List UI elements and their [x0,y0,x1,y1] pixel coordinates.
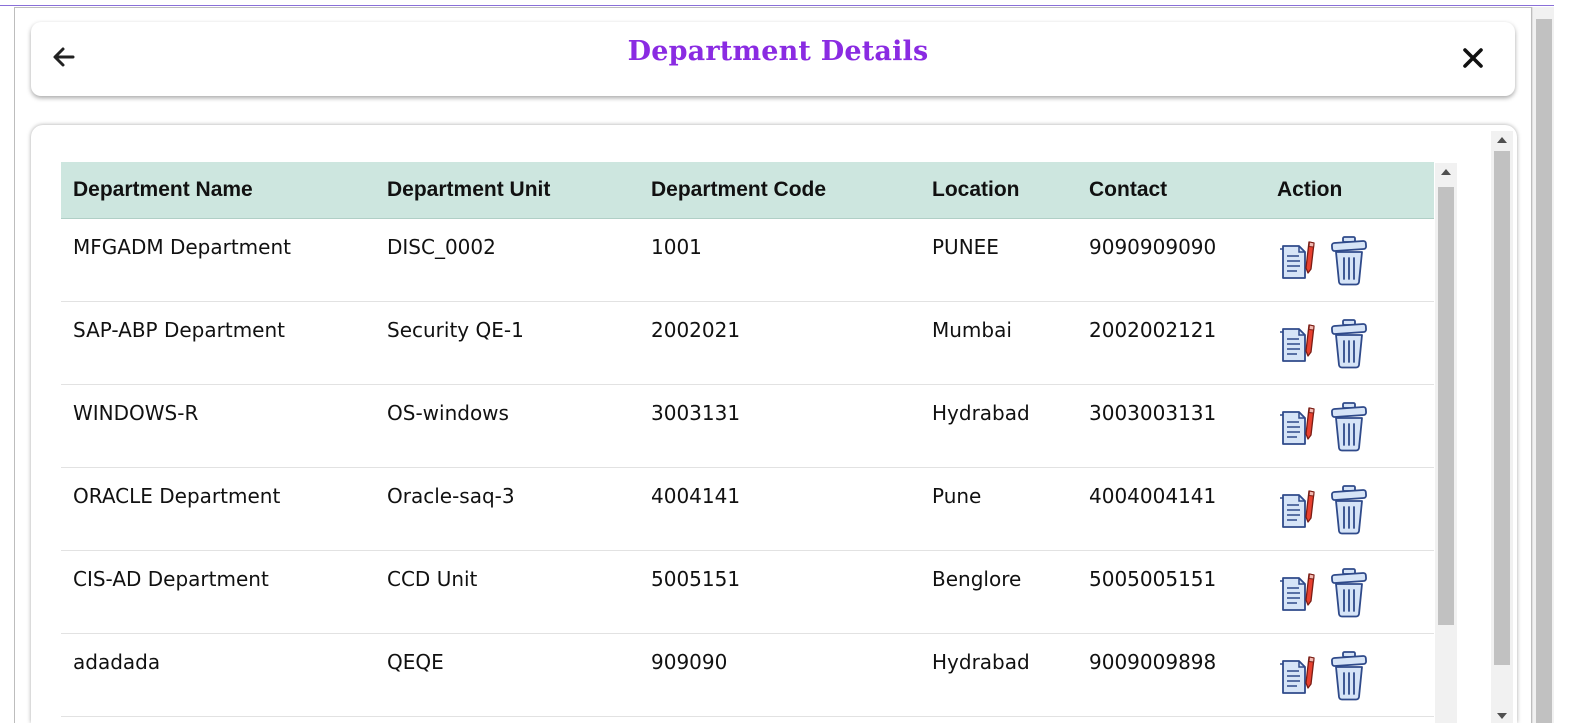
delete-button[interactable] [1329,318,1369,370]
page-edge [1554,0,1582,723]
delete-button[interactable] [1329,235,1369,287]
column-header-department-code: Department Code [639,162,920,219]
edit-document-icon [1280,572,1315,611]
cell-department-name: adadada [73,649,161,674]
cell-action [1265,550,1434,633]
table-row: SAP-ABP Department Security QE-1 2002021… [61,301,1434,384]
header-card: Department Details [31,22,1515,96]
cell-department-unit: OS-windows [387,400,509,425]
scroll-down-arrow-icon[interactable] [1497,713,1507,719]
table-row: MFGADM Department DISC_0002 1001 PUNEE 9… [61,218,1434,301]
cell-department-unit: DISC_0002 [387,234,496,259]
cell-department-unit: CCD Unit [387,566,478,591]
edit-document-icon [1280,240,1315,279]
trash-bin-icon [1331,650,1367,700]
trash-bin-icon [1331,484,1367,534]
cell-location: PUNEE [932,234,999,259]
trash-bin-icon [1331,318,1367,368]
cell-department-name: CIS-AD Department [73,566,269,591]
page-title: Department Details [627,36,929,67]
edit-document-icon [1280,406,1315,445]
cell-contact: 2002002121 [1089,317,1217,342]
trash-bin-icon [1331,401,1367,451]
table-scroll-up-arrow-icon[interactable] [1441,169,1451,175]
cell-department-code: 5005151 [651,566,741,591]
cell-department-unit: Security QE-1 [387,317,524,342]
cell-action [1265,301,1434,384]
card-scroll-thumb[interactable] [1494,151,1510,665]
table-row: CIS-AD Department CCD Unit 5005151 Bengl… [61,550,1434,633]
cell-location: Hydrabad [932,400,1030,425]
table-scroll-thumb[interactable] [1438,187,1454,625]
table-row: adadada QEQE 909090 Hydrabad 9009009898 [61,633,1434,716]
close-button[interactable] [1459,44,1487,72]
cell-department-name: SAP-ABP Department [73,317,285,342]
edit-button[interactable] [1279,239,1319,291]
cell-contact: 9090909090 [1089,234,1217,259]
column-header-location: Location [920,162,1077,219]
edit-button[interactable] [1279,571,1319,623]
card-scrollbar[interactable] [1491,131,1513,723]
delete-button[interactable] [1329,650,1369,702]
cell-department-code: 3003131 [651,400,741,425]
cell-contact: 4004004141 [1089,483,1217,508]
cell-location: Mumbai [932,317,1012,342]
cell-department-name: ORACLE Department [73,483,281,508]
close-icon [1463,48,1483,68]
edit-button[interactable] [1279,654,1319,706]
department-table-container: Department Name Department Unit Departme… [61,162,1459,722]
cell-department-code: 2002021 [651,317,741,342]
cell-department-code: 1001 [651,234,702,259]
cell-department-unit: QEQE [387,649,444,674]
cell-department-code: 4004141 [651,483,741,508]
table-header-row: Department Name Department Unit Departme… [61,162,1434,219]
column-header-department-unit: Department Unit [375,162,639,219]
cell-location: Pune [932,483,982,508]
cell-contact: 9009009898 [1089,649,1217,674]
cell-contact: 3003003131 [1089,400,1217,425]
trash-bin-icon [1331,567,1367,617]
edit-document-icon [1280,323,1315,362]
delete-button[interactable] [1329,401,1369,453]
scroll-up-arrow-icon[interactable] [1497,137,1507,143]
cell-department-name: WINDOWS-R [73,400,199,425]
table-scrollbar[interactable] [1435,163,1457,723]
table-row: WINDOWS-R OS-windows 3003131 Hydrabad 30… [61,384,1434,467]
edit-document-icon [1280,489,1315,528]
content-card: Department Name Department Unit Departme… [31,125,1517,723]
cell-action [1265,633,1434,716]
delete-button[interactable] [1329,567,1369,619]
edit-document-icon [1280,655,1315,694]
column-header-contact: Contact [1077,162,1265,219]
cell-location: Benglore [932,566,1022,591]
column-header-action: Action [1265,162,1434,219]
cell-action [1265,218,1434,301]
page-scrollbar[interactable] [1532,7,1554,723]
department-table: Department Name Department Unit Departme… [61,162,1434,717]
top-accent-bar [0,0,1582,6]
page-scroll-thumb[interactable] [1536,19,1552,723]
cell-department-name: MFGADM Department [73,234,291,259]
cell-action [1265,467,1434,550]
edit-button[interactable] [1279,405,1319,457]
cell-contact: 5005005151 [1089,566,1217,591]
table-row: ORACLE Department Oracle-saq-3 4004141 P… [61,467,1434,550]
edit-button[interactable] [1279,488,1319,540]
delete-button[interactable] [1329,484,1369,536]
cell-location: Hydrabad [932,649,1030,674]
cell-department-unit: Oracle-saq-3 [387,483,515,508]
cell-department-code: 909090 [651,649,728,674]
cell-action [1265,384,1434,467]
trash-bin-icon [1331,235,1367,285]
column-header-department-name: Department Name [61,162,375,219]
edit-button[interactable] [1279,322,1319,374]
